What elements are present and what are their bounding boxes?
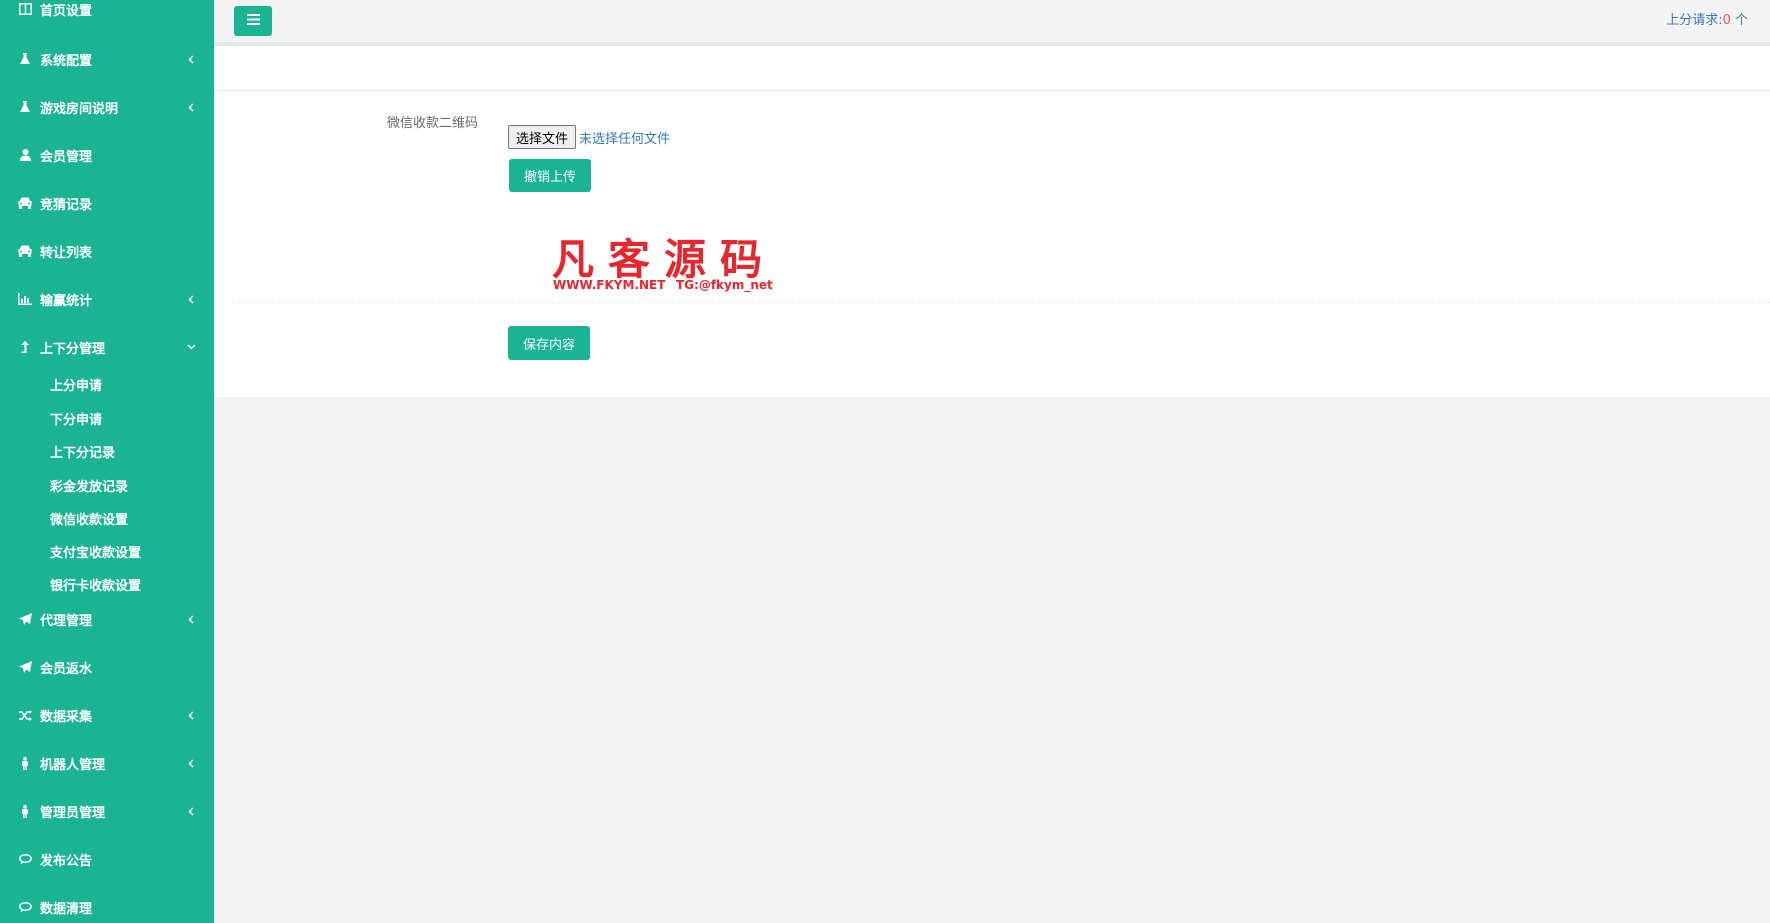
comment-icon — [17, 851, 33, 867]
form-divider — [232, 302, 1770, 303]
sidebar: 首页设置 系统配置 游戏房间说明 会员管理 竞猜记录 转让列表 输赢统计 上下分… — [0, 0, 214, 923]
chevron-left-icon — [186, 102, 196, 112]
sidebar-item-label: 管理员管理 — [40, 805, 106, 821]
top-navbar: 上分请求:0 个 — [214, 0, 1770, 46]
level-up-icon — [17, 339, 33, 355]
sidebar-item-members[interactable]: 会员管理 — [0, 138, 214, 172]
submenu-item-label: 彩金发放记录 — [50, 479, 129, 495]
sidebar-item-win-loss-stats[interactable]: 输赢统计 — [0, 282, 214, 316]
menu-toggle-button[interactable] — [234, 6, 272, 36]
sidebar-item-data-cleanup[interactable]: 数据清理 — [0, 890, 214, 923]
sidebar-item-label: 系统配置 — [40, 53, 93, 69]
sidebar-item-data-collection[interactable]: 数据采集 — [0, 698, 214, 732]
male-icon — [17, 803, 33, 819]
cancel-upload-button[interactable]: 撤销上传 — [509, 159, 591, 192]
sidebar-item-label: 会员管理 — [40, 149, 93, 165]
sidebar-item-member-rebate[interactable]: 会员返水 — [0, 650, 214, 684]
sidebar-item-announcements[interactable]: 发布公告 — [0, 842, 214, 876]
sidebar-item-label: 数据清理 — [40, 901, 93, 917]
wechat-qr-label: 微信收款二维码 — [386, 116, 478, 131]
submenu-item-alipay-settings[interactable]: 支付宝收款设置 — [0, 537, 214, 565]
sidebar-item-label: 输赢统计 — [40, 293, 93, 309]
submenu-item-wechat-settings[interactable]: 微信收款设置 — [0, 504, 214, 532]
submenu-item-bonus-records[interactable]: 彩金发放记录 — [0, 471, 214, 499]
sidebar-item-label: 首页设置 — [40, 3, 93, 19]
chevron-left-icon — [186, 54, 196, 64]
sidebar-item-label: 会员返水 — [40, 661, 93, 677]
submenu-item-recharge-request[interactable]: 上分申请 — [0, 370, 214, 398]
watermark-tg: TG:@fkym_net — [676, 278, 773, 292]
submenu-item-points-records[interactable]: 上下分记录 — [0, 437, 214, 465]
sidebar-item-label: 转让列表 — [40, 245, 93, 261]
sidebar-item-robot-management[interactable]: 机器人管理 — [0, 746, 214, 780]
sidebar-item-label: 数据采集 — [40, 709, 93, 725]
sidebar-item-label: 机器人管理 — [40, 757, 106, 773]
bar-chart-icon — [17, 291, 33, 307]
flask-icon — [17, 99, 33, 115]
male-icon — [17, 755, 33, 771]
submenu-item-label: 下分申请 — [50, 412, 103, 428]
sidebar-item-label: 竞猜记录 — [40, 197, 93, 213]
chevron-left-icon — [186, 806, 196, 816]
chevron-left-icon — [186, 294, 196, 304]
sidebar-item-transfer-list[interactable]: 转让列表 — [0, 234, 214, 268]
submenu-item-withdraw-request[interactable]: 下分申请 — [0, 404, 214, 432]
sidebar-item-label: 游戏房间说明 — [40, 101, 119, 117]
sidebar-item-bet-records[interactable]: 竞猜记录 — [0, 186, 214, 220]
random-icon — [17, 707, 33, 723]
chevron-left-icon — [186, 758, 196, 768]
sidebar-item-home-settings[interactable]: 首页设置 — [0, 0, 214, 26]
user-icon — [17, 147, 33, 163]
qr-code-image: 凡客源码 WWW.FKYM.NET TG:@fkym_net — [514, 214, 773, 294]
save-button[interactable]: 保存内容 — [508, 326, 590, 360]
chevron-left-icon — [186, 614, 196, 624]
sidebar-item-label: 发布公告 — [40, 853, 93, 869]
submenu-item-label: 上下分记录 — [50, 445, 116, 461]
columns-icon — [17, 1, 33, 17]
paper-plane-icon — [17, 659, 33, 675]
submenu-item-label: 微信收款设置 — [50, 512, 129, 528]
car-icon — [17, 195, 33, 211]
flask-icon — [17, 51, 33, 67]
sidebar-item-agent-management[interactable]: 代理管理 — [0, 602, 214, 636]
car-icon — [17, 243, 33, 259]
sidebar-item-label: 代理管理 — [40, 613, 93, 629]
sidebar-item-game-room[interactable]: 游戏房间说明 — [0, 90, 214, 124]
recharge-request-link[interactable]: 上分请求:0 个 — [1666, 9, 1748, 28]
watermark-url: WWW.FKYM.NET — [553, 278, 666, 292]
panel-header — [214, 46, 1770, 91]
submenu-item-label: 支付宝收款设置 — [50, 545, 142, 561]
sidebar-item-system-config[interactable]: 系统配置 — [0, 42, 214, 76]
submenu-item-label: 银行卡收款设置 — [50, 578, 142, 594]
sidebar-item-label: 上下分管理 — [40, 341, 106, 357]
submenu-item-label: 上分申请 — [50, 378, 103, 394]
recharge-request-count: 0 — [1722, 13, 1731, 28]
chevron-down-icon — [186, 342, 196, 352]
sidebar-item-admin-management[interactable]: 管理员管理 — [0, 794, 214, 828]
chevron-left-icon — [186, 710, 196, 720]
hamburger-icon — [246, 13, 260, 29]
paper-plane-icon — [17, 611, 33, 627]
submenu-item-bank-settings[interactable]: 银行卡收款设置 — [0, 570, 214, 598]
recharge-request-unit: 个 — [1730, 13, 1748, 28]
comment-icon — [17, 899, 33, 915]
content-panel: 微信收款二维码 选择文件 未选择任何文件 撤销上传 凡客源码 WWW.FKYM.… — [214, 46, 1770, 397]
choose-file-button[interactable]: 选择文件 — [508, 125, 577, 149]
file-status-text: 未选择任何文件 — [579, 132, 671, 147]
sidebar-item-points-management[interactable]: 上下分管理 — [0, 330, 214, 364]
recharge-request-label: 上分请求: — [1666, 13, 1723, 28]
